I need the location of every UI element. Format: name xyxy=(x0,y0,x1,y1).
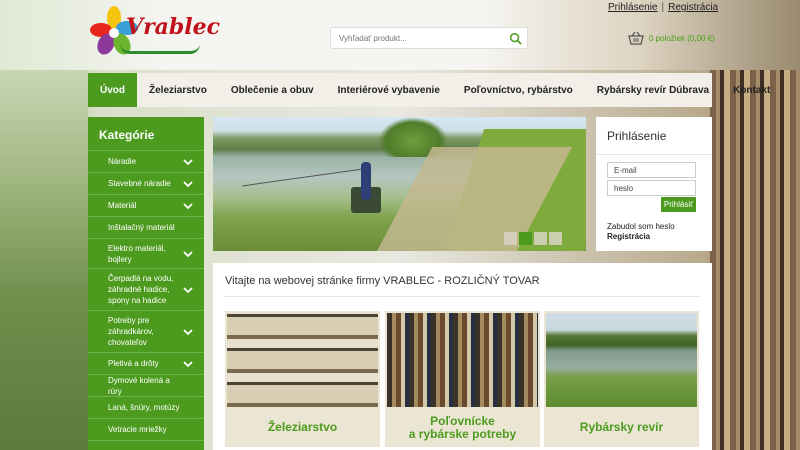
nav-item-zeleziarstvo[interactable]: Železiarstvo xyxy=(137,73,219,107)
logo-swoosh xyxy=(120,44,200,54)
nav-item-uvod[interactable]: Úvod xyxy=(88,73,137,107)
sidebar-item-label: Vetracie mriežky xyxy=(108,425,167,434)
sidebar-item-label: Stavebné náradie xyxy=(108,179,171,188)
tile-polovnicke-potreby[interactable]: Poľovnícke a rybárske potreby xyxy=(385,311,540,447)
tile-label-line2: a rybárske potreby xyxy=(408,427,517,441)
sidebar-item-label: Inštalačný materiál xyxy=(108,223,175,232)
sidebar-item[interactable]: Pletivá a drôty xyxy=(88,353,204,375)
hero-slider[interactable] xyxy=(213,117,586,251)
slider-dots xyxy=(504,232,562,245)
chevron-down-icon[interactable] xyxy=(183,286,193,294)
nav-item-rybarsky-revir[interactable]: Rybársky revír Dúbrava xyxy=(585,73,721,107)
sidebar-item[interactable]: Čerpadlá na vodu, záhradné hadice, spony… xyxy=(88,269,204,311)
sidebar-item[interactable]: Inštalačný materiál xyxy=(88,217,204,239)
tile-label: Železiarstvo xyxy=(267,420,338,434)
chevron-down-icon[interactable] xyxy=(183,180,193,188)
sidebar-item-label: Potreby pre záhradkárov, chovateľov xyxy=(108,316,154,347)
nav-item-polovnictvo[interactable]: Poľovníctvo, rybárstvo xyxy=(452,73,585,107)
sidebar-item-label: Náradie xyxy=(108,157,137,166)
hero-person xyxy=(361,162,371,200)
chevron-down-icon[interactable] xyxy=(183,250,193,258)
chevron-down-icon[interactable] xyxy=(183,158,193,166)
tile-rybarsky-revir[interactable]: Rybársky revír xyxy=(544,311,699,447)
shopping-basket-icon xyxy=(628,31,644,45)
link-separator: | xyxy=(661,2,665,13)
sidebar-item-label: Laná, šnúry, motúzy xyxy=(108,403,180,412)
register-link[interactable]: Registrácia xyxy=(668,2,718,13)
tile-label: Rybársky revír xyxy=(579,420,664,434)
sidebar-item[interactable]: Laná, šnúry, motúzy xyxy=(88,397,204,419)
main-content: Vitajte na webovej stránke firmy VRABLEC… xyxy=(213,263,712,450)
register-link-box[interactable]: Registrácia xyxy=(607,232,650,241)
slider-dot[interactable] xyxy=(534,232,547,245)
category-sidebar: Kategórie ŽELEZIARSTVONáradieStavebné ná… xyxy=(88,117,204,450)
nav-item-interierove[interactable]: Interiérové vybavenie xyxy=(326,73,452,107)
chevron-down-icon[interactable] xyxy=(183,360,193,368)
divider xyxy=(225,296,700,297)
tile-image-hunting-shop xyxy=(387,313,538,407)
background-shop-right xyxy=(710,70,800,450)
sidebar-item[interactable]: Náradie xyxy=(88,151,204,173)
forgot-password-link[interactable]: Zabudol som heslo xyxy=(607,222,675,231)
sidebar-item-label: Materiál xyxy=(108,201,137,210)
hero-fishing-rods xyxy=(242,168,364,206)
sidebar-item-label: Čerpadlá na vodu, záhradné hadice, spony… xyxy=(108,274,174,305)
category-list: ŽELEZIARSTVONáradieStavebné náradieMater… xyxy=(88,151,204,441)
tile-zeleziarstvo[interactable]: Železiarstvo xyxy=(225,311,380,447)
slider-dot[interactable] xyxy=(504,232,517,245)
sidebar-item[interactable]: Elektro materiál, bojlery xyxy=(88,239,204,269)
tile-label: Poľovnícke a rybárske potreby xyxy=(385,415,540,441)
tile-image-hardware-store xyxy=(227,313,378,407)
main-nav: Úvod Železiarstvo Oblečenie a obuv Inter… xyxy=(88,73,770,107)
login-link[interactable]: Prihlásenie xyxy=(608,2,657,13)
sidebar-title: Kategórie xyxy=(88,117,204,151)
sidebar-item[interactable]: Materiál xyxy=(88,195,204,217)
email-field[interactable]: E-mail xyxy=(607,162,696,178)
password-field[interactable]: heslo xyxy=(607,180,696,196)
header: Vrablec Prihlásenie |Registrácia 0 položi… xyxy=(0,0,800,70)
login-title: Prihlásenie xyxy=(596,117,712,155)
account-links: Prihlásenie | Registrácia xyxy=(608,2,718,13)
search-icon[interactable] xyxy=(509,32,522,45)
sidebar-item[interactable]: Dymové kolená a rúry xyxy=(88,375,204,397)
logo[interactable]: Vrablec xyxy=(90,4,220,64)
search-box xyxy=(330,27,528,49)
search-input[interactable] xyxy=(331,28,501,48)
chevron-down-icon[interactable] xyxy=(183,202,193,210)
logo-text: Vrablec xyxy=(126,14,221,40)
welcome-heading: Vitajte na webovej stránke firmy VRABLEC… xyxy=(225,275,540,287)
cart[interactable]: 0 položiek (0,00 €) xyxy=(628,30,715,46)
nav-item-kontakt[interactable]: Kontakt xyxy=(721,73,782,107)
tile-image-fishing-pond xyxy=(546,313,697,407)
slider-dot[interactable] xyxy=(519,232,532,245)
background-nature-left xyxy=(0,70,88,450)
login-submit-button[interactable]: Prihlásiť xyxy=(661,197,696,212)
sidebar-item[interactable]: Stavebné náradie xyxy=(88,173,204,195)
sidebar-item-label: Elektro materiál, bojlery xyxy=(108,243,166,264)
cart-summary: 0 položiek (0,00 €) xyxy=(649,33,715,43)
sidebar-item-label: Dymové kolená a rúry xyxy=(108,375,170,396)
sidebar-item[interactable]: Potreby pre záhradkárov, chovateľov xyxy=(88,311,204,353)
slider-dot[interactable] xyxy=(549,232,562,245)
sidebar-item[interactable]: Vetracie mriežky xyxy=(88,419,204,441)
chevron-down-icon[interactable] xyxy=(183,328,193,336)
sidebar-item-label: Pletivá a drôty xyxy=(108,359,159,368)
nav-item-oblecenie[interactable]: Oblečenie a obuv xyxy=(219,73,326,107)
